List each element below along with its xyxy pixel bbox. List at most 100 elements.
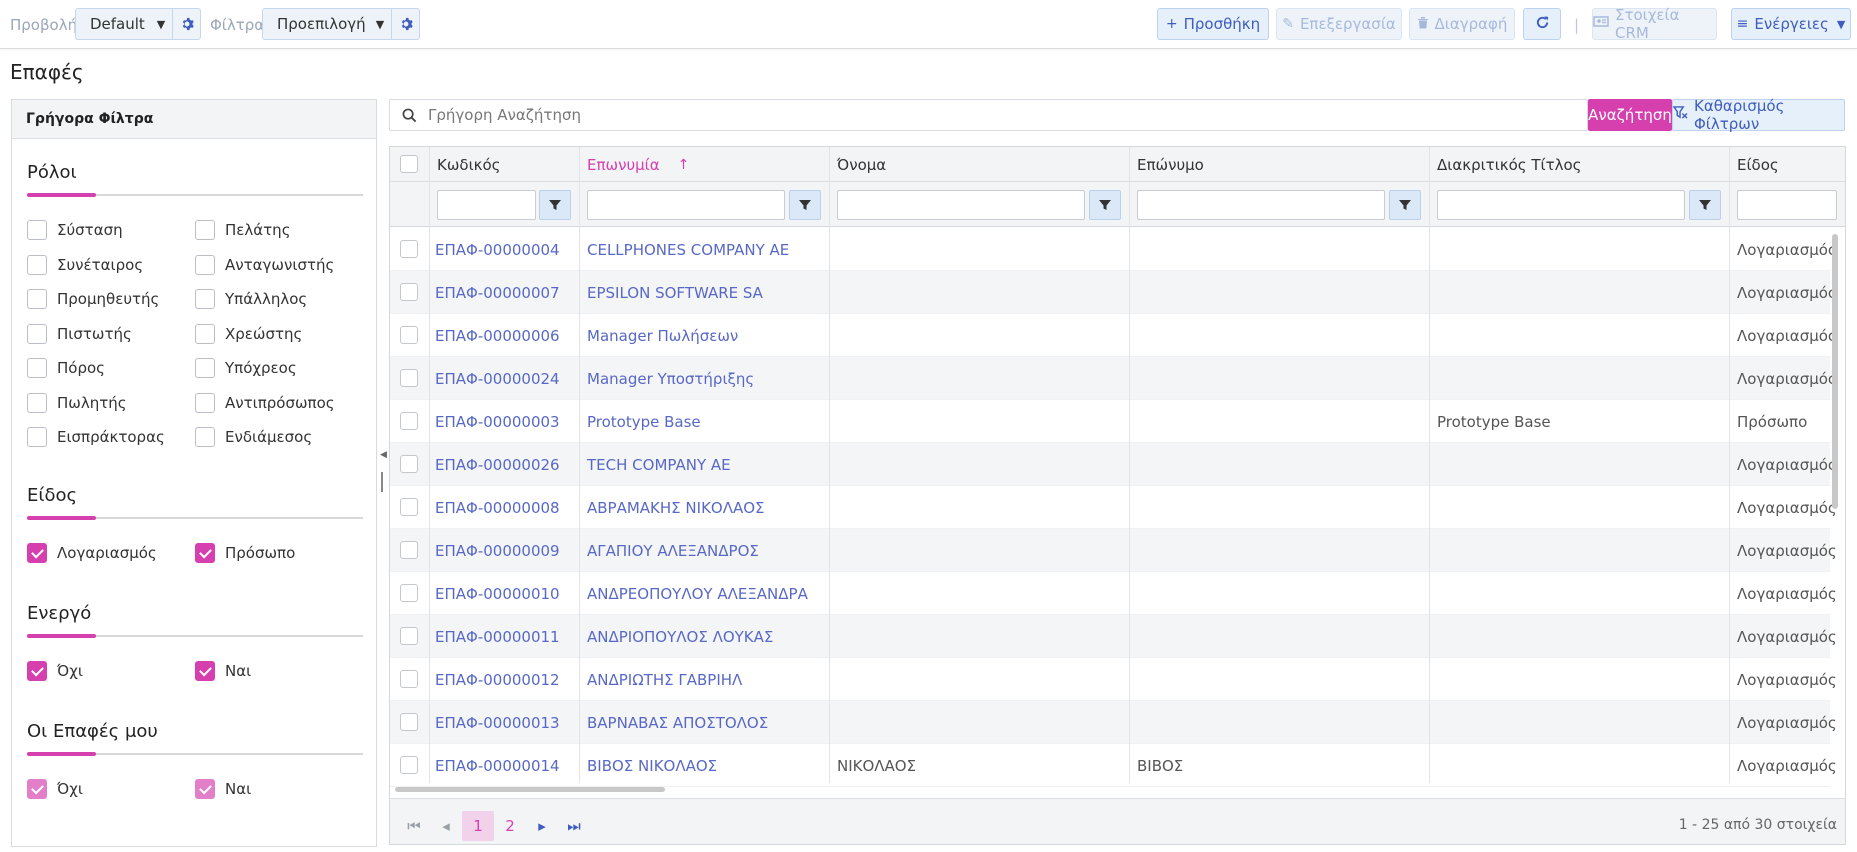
prev-page-icon[interactable]: ◂: [430, 811, 462, 841]
row-checkbox[interactable]: [400, 584, 418, 602]
table-row[interactable]: ΕΠΑΦ-00000003 Prototype Base Prototype B…: [390, 400, 1830, 443]
cell-name[interactable]: ΒΙΒΟΣ ΝΙΚΟΛΑΟΣ: [587, 744, 717, 787]
table-row[interactable]: ΕΠΑΦ-00000014 ΒΙΒΟΣ ΝΙΚΟΛΑΟΣ ΝΙΚΟΛΑΟΣ ΒΙ…: [390, 744, 1837, 787]
column-header-lastname[interactable]: Επώνυμο: [1137, 147, 1204, 182]
filter-role-pelatis[interactable]: Πελάτης: [195, 220, 291, 240]
cell-code[interactable]: ΕΠΑΦ-00000014: [435, 744, 560, 787]
clear-filters-button[interactable]: Καθαρισμός Φίλτρων: [1672, 97, 1845, 133]
cell-name[interactable]: ΑΝΔΡΙΩΤΗΣ ΓΑΒΡΙΗΛ: [587, 658, 742, 701]
checkbox[interactable]: [195, 393, 215, 413]
column-header-code[interactable]: Κωδικός: [437, 147, 500, 182]
gear-icon[interactable]: [391, 9, 419, 39]
quick-search-input[interactable]: [428, 100, 1587, 130]
filter-icon[interactable]: [1089, 190, 1121, 220]
cell-code[interactable]: ΕΠΑΦ-00000007: [435, 271, 560, 314]
table-row[interactable]: ΕΠΑΦ-00000007 EPSILON SOFTWARE SA Λογαρι…: [390, 271, 1837, 314]
filter-icon[interactable]: [789, 190, 821, 220]
filter-input-lastname[interactable]: [1137, 190, 1385, 220]
table-row[interactable]: ΕΠΑΦ-00000012 ΑΝΔΡΙΩΤΗΣ ΓΑΒΡΙΗΛ Λογαριασ…: [390, 658, 1837, 701]
filter-role-pistotis[interactable]: Πιστωτής: [27, 324, 132, 344]
view-select[interactable]: Default ▼: [75, 8, 201, 40]
page-button-1[interactable]: 1: [462, 811, 494, 841]
cell-code[interactable]: ΕΠΑΦ-00000026: [435, 443, 560, 486]
checkbox[interactable]: [195, 324, 215, 344]
row-checkbox[interactable]: [400, 541, 418, 559]
row-checkbox[interactable]: [400, 713, 418, 731]
checkbox[interactable]: [27, 358, 47, 378]
cell-name[interactable]: ΑΝΔΡΙΟΠΟΥΛΟΣ ΛΟΥΚΑΣ: [587, 615, 773, 658]
table-row[interactable]: ΕΠΑΦ-00000009 ΑΓΑΠΙΟΥ ΑΛΕΞΑΝΔΡΟΣ Λογαρια…: [390, 529, 1837, 572]
search-button[interactable]: Αναζήτηση: [1588, 99, 1672, 131]
checkbox[interactable]: [27, 220, 47, 240]
cell-name[interactable]: EPSILON SOFTWARE SA: [587, 271, 763, 314]
last-page-icon[interactable]: ⏭: [558, 811, 590, 841]
table-row[interactable]: ΕΠΑΦ-00000006 Manager Πωλήσεων Λογαριασμ…: [390, 314, 1837, 357]
checkbox[interactable]: [27, 661, 47, 681]
filter-kind-account[interactable]: Λογαριασμός: [27, 543, 157, 563]
actions-button[interactable]: ≡ Ενέργειες ▼: [1731, 8, 1851, 40]
cell-code[interactable]: ΕΠΑΦ-00000008: [435, 486, 560, 529]
cell-code[interactable]: ΕΠΑΦ-00000004: [435, 228, 560, 271]
filter-role-sistasi[interactable]: Σύσταση: [27, 220, 123, 240]
row-checkbox[interactable]: [400, 412, 418, 430]
filter-role-poros[interactable]: Πόρος: [27, 358, 105, 378]
cell-name[interactable]: ΑΓΑΠΙΟΥ ΑΛΕΞΑΝΔΡΟΣ: [587, 529, 759, 572]
filter-role-ypallilos[interactable]: Υπάλληλος: [195, 289, 307, 309]
row-checkbox[interactable]: [400, 369, 418, 387]
row-checkbox[interactable]: [400, 756, 418, 774]
cell-name[interactable]: TECH COMPANY AE: [587, 443, 731, 486]
filter-role-antiprosopos[interactable]: Αντιπρόσωπος: [195, 393, 335, 413]
cell-name[interactable]: Manager Πωλήσεων: [587, 314, 738, 357]
cell-name[interactable]: ΒΑΡΝΑΒΑΣ ΑΠΟΣΤΟΛΟΣ: [587, 701, 768, 744]
edit-button[interactable]: ✎ Επεξεργασία: [1276, 8, 1402, 40]
delete-button[interactable]: Διαγραφή: [1409, 8, 1515, 40]
row-checkbox[interactable]: [400, 670, 418, 688]
table-row[interactable]: ΕΠΑΦ-00000008 ΑΒΡΑΜΑΚΗΣ ΝΙΚΟΛΑΟΣ Λογαρια…: [390, 486, 1837, 529]
filter-input-name[interactable]: [587, 190, 785, 220]
vertical-scrollbar[interactable]: [1832, 234, 1838, 509]
cell-code[interactable]: ΕΠΑΦ-00000006: [435, 314, 560, 357]
filter-icon[interactable]: [539, 190, 571, 220]
filter-mine-no[interactable]: Όχι: [27, 779, 83, 799]
checkbox[interactable]: [195, 661, 215, 681]
cell-name[interactable]: Manager Υποστήριξης: [587, 357, 754, 400]
checkbox[interactable]: [195, 779, 215, 799]
filter-role-endiamesos[interactable]: Ενδιάμεσος: [195, 427, 312, 447]
filter-role-ypoxreos[interactable]: Υπόχρεος: [195, 358, 297, 378]
checkbox[interactable]: [195, 289, 215, 309]
first-page-icon[interactable]: ⏮: [398, 811, 430, 841]
table-row[interactable]: ΕΠΑΦ-00000026 TECH COMPANY AE Λογαριασμό…: [390, 443, 1837, 486]
select-all-checkbox[interactable]: [400, 155, 418, 173]
row-checkbox[interactable]: [400, 326, 418, 344]
filter-role-promitheftis[interactable]: Προμηθευτής: [27, 289, 159, 309]
filter-input-firstname[interactable]: [837, 190, 1085, 220]
splitter-handle[interactable]: [381, 472, 383, 492]
cell-name[interactable]: Prototype Base: [587, 400, 701, 443]
row-checkbox[interactable]: [400, 240, 418, 258]
filters-select[interactable]: Προεπιλογή ▼: [262, 8, 420, 40]
page-button-2[interactable]: 2: [494, 811, 526, 841]
table-row[interactable]: ΕΠΑΦ-00000024 Manager Υποστήριξης Λογαρι…: [390, 357, 1837, 400]
table-row[interactable]: ΕΠΑΦ-00000013 ΒΑΡΝΑΒΑΣ ΑΠΟΣΤΟΛΟΣ Λογαρια…: [390, 701, 1837, 744]
filter-icon[interactable]: [1389, 190, 1421, 220]
checkbox[interactable]: [27, 324, 47, 344]
checkbox[interactable]: [195, 427, 215, 447]
cell-code[interactable]: ΕΠΑΦ-00000009: [435, 529, 560, 572]
filter-kind-person[interactable]: Πρόσωπο: [195, 543, 295, 563]
cell-code[interactable]: ΕΠΑΦ-00000012: [435, 658, 560, 701]
filter-role-synetairos[interactable]: Συνέταιρος: [27, 255, 143, 275]
checkbox[interactable]: [27, 393, 47, 413]
checkbox[interactable]: [27, 779, 47, 799]
checkbox[interactable]: [27, 427, 47, 447]
filter-active-no[interactable]: Όχι: [27, 661, 83, 681]
checkbox[interactable]: [195, 358, 215, 378]
table-row[interactable]: ΕΠΑΦ-00000010 ΑΝΔΡΕΟΠΟΥΛΟΥ ΑΛΕΞΑΝΔΡΑ Λογ…: [390, 572, 1837, 615]
filter-input-code[interactable]: [437, 190, 536, 220]
gear-icon[interactable]: [172, 9, 200, 39]
cell-name[interactable]: CELLPHONES COMPANY AE: [587, 228, 789, 271]
column-header-title[interactable]: Διακριτικός Τίτλος: [1437, 147, 1582, 182]
cell-code[interactable]: ΕΠΑΦ-00000010: [435, 572, 560, 615]
cell-name[interactable]: ΑΝΔΡΕΟΠΟΥΛΟΥ ΑΛΕΞΑΝΔΡΑ: [587, 572, 808, 615]
cell-name[interactable]: ΑΒΡΑΜΑΚΗΣ ΝΙΚΟΛΑΟΣ: [587, 486, 765, 529]
checkbox[interactable]: [27, 255, 47, 275]
